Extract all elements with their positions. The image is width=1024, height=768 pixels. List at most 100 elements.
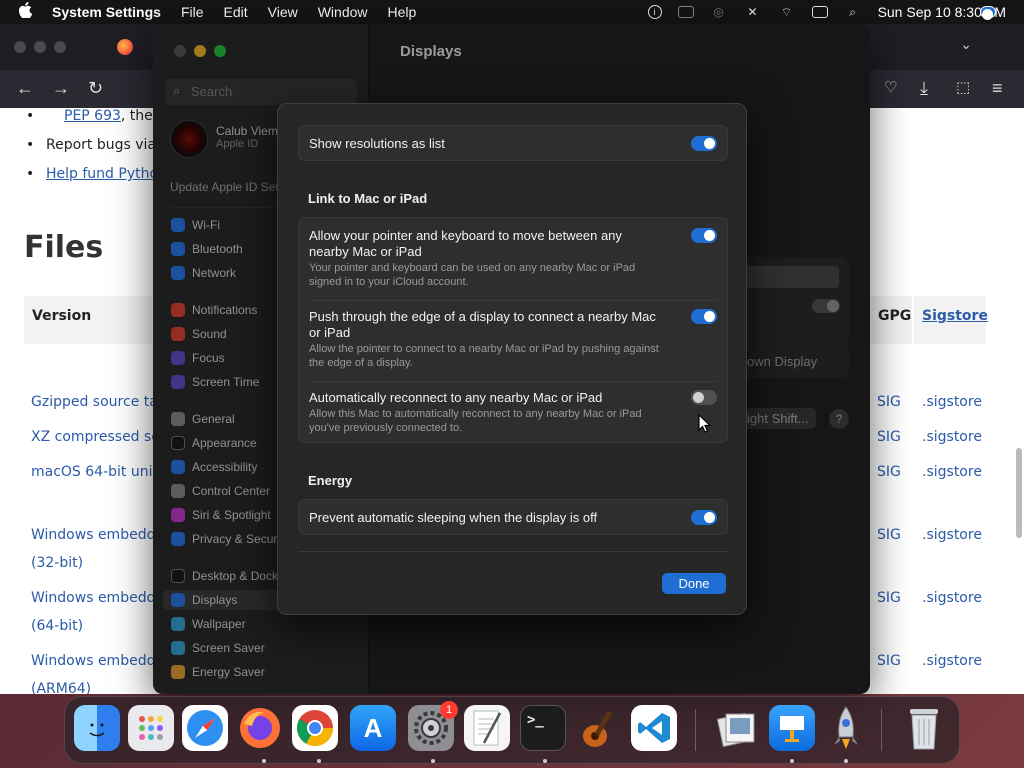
help-fund-link[interactable]: Help fund Python [46, 166, 167, 182]
spotlight-search-icon[interactable]: ⌕ [844, 5, 862, 19]
window-status-icon[interactable] [811, 6, 828, 18]
sigstore-link[interactable]: .sigstore [922, 394, 982, 410]
reload-icon[interactable]: ↻ [88, 78, 103, 99]
rocket-typist-icon[interactable] [823, 705, 869, 751]
sig-link[interactable]: SIG [877, 653, 901, 669]
advanced-settings-sheet: Show resolutions as list Link to Mac or … [277, 103, 747, 615]
hamburger-menu-icon[interactable]: ≡ [992, 78, 1003, 99]
footer-divider [298, 551, 728, 552]
pointer-keyboard-desc: Your pointer and keyboard can be used on… [309, 262, 636, 288]
keynote-running-indicator [790, 759, 794, 763]
screen-mirroring-status-icon[interactable] [677, 6, 694, 18]
menu-edit[interactable]: Edit [224, 4, 248, 20]
apple-menu-icon[interactable] [18, 1, 36, 23]
vscode-icon[interactable] [631, 705, 677, 751]
file-row-link[interactable]: Windows embedda [31, 527, 164, 543]
downloads-icon[interactable]: ⤓ [920, 78, 928, 99]
trash-icon[interactable] [901, 705, 947, 751]
file-row-link[interactable]: (64-bit) [31, 618, 83, 634]
sig-link[interactable]: SIG [877, 394, 901, 410]
row-divider [309, 300, 717, 301]
show-resolutions-label: Show resolutions as list [309, 136, 445, 151]
launchpad-icon[interactable] [128, 705, 174, 751]
garageband-icon[interactable] [576, 705, 622, 751]
auto-reconnect-label: Automatically reconnect to any nearby Ma… [309, 390, 603, 405]
app-name-menu[interactable]: System Settings [52, 4, 161, 20]
terminal-icon[interactable]: >_ [520, 705, 566, 751]
preview-icon[interactable] [713, 705, 759, 751]
sigstore-link[interactable]: .sigstore [922, 464, 982, 480]
show-resolutions-toggle[interactable] [691, 136, 717, 151]
sigstore-column-header[interactable]: Sigstore [914, 296, 988, 344]
push-through-desc: Allow the pointer to connect to a nearby… [309, 343, 659, 369]
done-button[interactable]: Done [662, 573, 726, 594]
chrome-icon[interactable] [292, 705, 338, 751]
file-row-link[interactable]: (32-bit) [31, 555, 83, 571]
pep-link[interactable]: PEP 693 [64, 108, 121, 124]
browser-zoom-button[interactable] [54, 41, 66, 53]
rocket-typist-running-indicator [844, 759, 848, 763]
link-section-header: Link to Mac or iPad [308, 191, 428, 206]
file-row-link[interactable]: macOS 64-bit unive [31, 464, 169, 480]
pocket-icon[interactable]: ♡ [884, 78, 897, 96]
firefox-icon[interactable] [237, 705, 283, 751]
push-through-label: Push through the edge of a display to co… [309, 309, 656, 340]
wifi-status-icon[interactable]: ⌔ [778, 5, 796, 19]
app-store-icon[interactable]: A [350, 705, 396, 751]
list-item: Help fund Python [26, 166, 167, 182]
safari-icon[interactable] [182, 705, 228, 751]
prevent-sleep-toggle[interactable] [691, 510, 717, 525]
list-item: Report bugs via G [26, 137, 171, 153]
pointer-keyboard-toggle[interactable] [691, 228, 717, 243]
version-column-header: Version [24, 296, 152, 344]
browser-close-button[interactable] [14, 41, 26, 53]
sig-link[interactable]: SIG [877, 429, 901, 445]
terminal-running-indicator [543, 759, 547, 763]
forward-arrow-icon[interactable]: → [52, 78, 70, 99]
file-row-link[interactable]: (ARM64) [31, 681, 91, 694]
sigstore-link[interactable]: .sigstore [922, 527, 982, 543]
sig-link[interactable]: SIG [877, 464, 901, 480]
accessibility-status-icon[interactable]: i [647, 5, 662, 19]
settings-running-indicator [431, 759, 435, 763]
file-row-link[interactable]: Gzipped source tarb [31, 394, 172, 410]
finder-icon[interactable] [74, 705, 120, 751]
menu-help[interactable]: Help [388, 4, 417, 20]
show-resolutions-row: Show resolutions as list [309, 136, 717, 152]
extensions-icon[interactable]: ⬚ [956, 78, 970, 96]
auto-reconnect-toggle[interactable] [691, 390, 717, 405]
show-resolutions-group: Show resolutions as list [298, 125, 728, 161]
sigstore-link[interactable]: .sigstore [922, 653, 982, 669]
dock-separator [881, 709, 882, 751]
menu-bar: System Settings File Edit View Window He… [0, 0, 1024, 24]
sigstore-link[interactable]: .sigstore [922, 429, 982, 445]
airplay-status-icon[interactable]: ◎ [710, 5, 728, 19]
keynote-icon[interactable] [769, 705, 815, 751]
push-through-toggle[interactable] [691, 309, 717, 324]
auto-reconnect-desc: Allow this Mac to automatically reconnec… [309, 408, 642, 434]
dock-separator [695, 709, 696, 751]
textedit-icon[interactable] [464, 705, 510, 751]
menu-file[interactable]: File [181, 4, 204, 20]
prevent-sleep-row: Prevent automatic sleeping when the disp… [309, 510, 717, 526]
files-heading: Files [24, 230, 104, 265]
sigstore-link[interactable]: .sigstore [922, 590, 982, 606]
file-row-link[interactable]: Windows embedda [31, 653, 164, 669]
menu-window[interactable]: Window [318, 4, 368, 20]
sig-link[interactable]: SIG [877, 590, 901, 606]
control-center-icon[interactable] [980, 6, 996, 20]
link-mac-ipad-group: Allow your pointer and keyboard to move … [298, 217, 728, 443]
sig-link[interactable]: SIG [877, 527, 901, 543]
system-settings-icon[interactable]: 1 [408, 701, 458, 751]
file-row-link[interactable]: XZ compressed sou [31, 429, 169, 445]
back-arrow-icon[interactable]: ← [16, 78, 34, 99]
firefox-tab-icon[interactable] [117, 39, 133, 55]
menu-view[interactable]: View [268, 4, 298, 20]
browser-minimize-button[interactable] [34, 41, 46, 53]
mute-status-icon[interactable]: ✕ [744, 5, 762, 19]
tab-list-chevron-icon[interactable]: ⌄ [960, 36, 972, 53]
file-row-link[interactable]: Windows embedda [31, 590, 164, 606]
status-area: i ◎ ✕ ⌔ ⌕ Sun Sep 10 8:30 AM [647, 0, 1006, 24]
page-scrollbar[interactable] [1016, 448, 1022, 538]
dock: A 1 >_ [64, 696, 960, 764]
